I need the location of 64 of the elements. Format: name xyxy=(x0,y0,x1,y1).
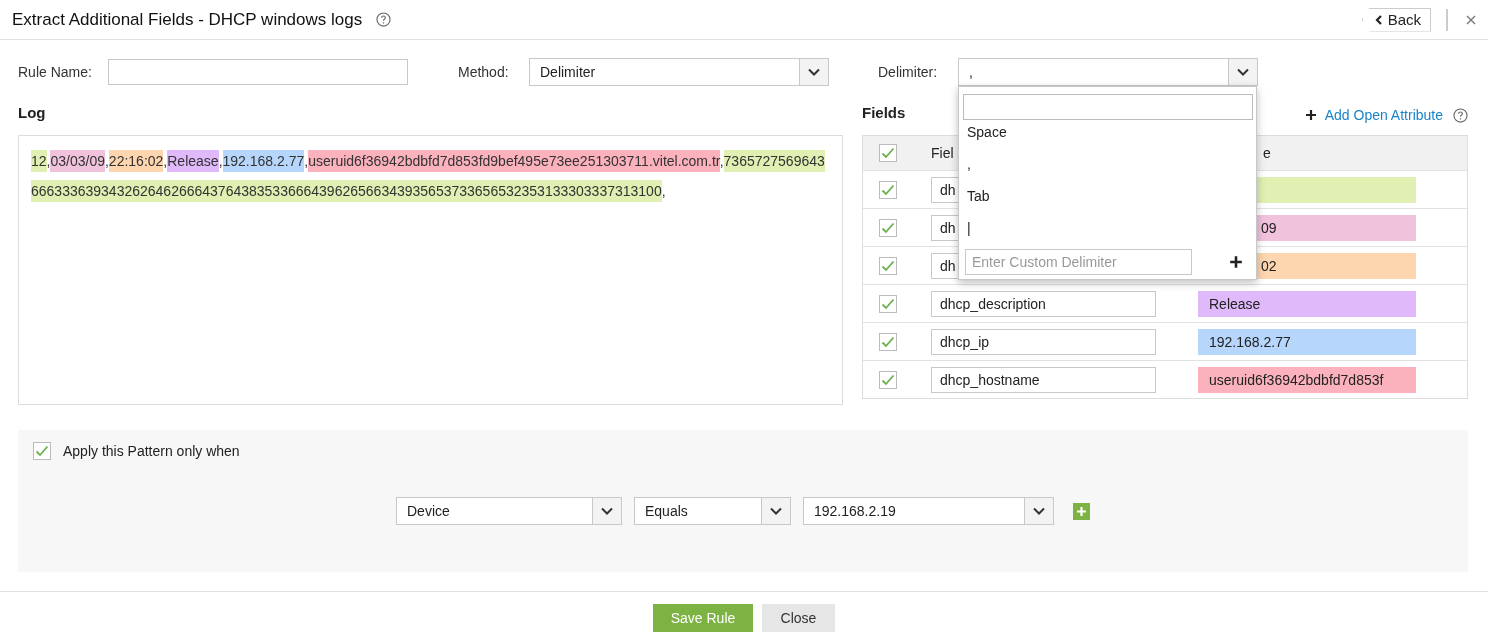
condition-select[interactable]: Device xyxy=(396,497,622,525)
search-field[interactable] xyxy=(963,94,1253,120)
checkbox[interactable] xyxy=(879,294,897,313)
field-name-input[interactable]: dhcp_description xyxy=(931,290,1156,317)
checkbox[interactable] xyxy=(879,332,897,351)
method-select[interactable]: Delimiter xyxy=(529,58,829,86)
field-name-input[interactable]: dh xyxy=(931,176,959,203)
field-name-input[interactable]: dhcp_ip xyxy=(931,328,1156,355)
separator-text: , xyxy=(304,153,309,169)
checkbox[interactable] xyxy=(33,442,51,460)
plus-icon xyxy=(1076,505,1087,517)
separator-text: , xyxy=(719,153,724,169)
dropdown-option[interactable]: , xyxy=(963,153,1252,185)
close-button[interactable]: Close xyxy=(762,604,835,632)
separator-text: , xyxy=(104,153,109,169)
dropdown-option[interactable]: Space xyxy=(963,121,1252,153)
section-title: Fields xyxy=(862,104,906,123)
value-cell: 192.168.2.77 xyxy=(1198,328,1416,355)
help-icon[interactable] xyxy=(376,12,392,27)
field-name-input[interactable]: dh xyxy=(931,214,959,241)
custom-delimiter-field[interactable]: Enter Custom Delimiter xyxy=(965,249,1192,275)
log-token: Release xyxy=(167,150,219,172)
column-header: Fiel xyxy=(931,145,955,161)
condition-select[interactable]: 192.168.2.19 xyxy=(803,497,1054,525)
checkbox[interactable] xyxy=(879,370,897,389)
checkbox-label: Apply this Pattern only when xyxy=(63,443,240,459)
caret-icon xyxy=(601,507,613,515)
log-token: 12 xyxy=(31,150,47,172)
field-label: Method: xyxy=(458,64,509,80)
add-attribute-link[interactable]: Add Open Attribute xyxy=(1324,107,1443,123)
log-token: 03/03/09 xyxy=(50,150,105,172)
separator-text: , xyxy=(163,153,168,169)
checkbox[interactable] xyxy=(879,180,897,199)
checkbox[interactable] xyxy=(879,218,897,237)
field-label: Delimiter: xyxy=(878,64,938,80)
rule-name-field[interactable] xyxy=(108,59,408,85)
delimiter-select[interactable]: , xyxy=(958,58,1258,86)
caret-icon xyxy=(1237,68,1249,76)
close-icon[interactable] xyxy=(1466,14,1476,25)
caret-icon xyxy=(770,507,782,515)
caret-icon xyxy=(808,68,820,76)
checkbox[interactable] xyxy=(879,144,897,162)
checkbox[interactable] xyxy=(879,256,897,275)
value-cell: useruid6f36942bdbfd7d853f xyxy=(1198,366,1416,393)
back-button[interactable]: Back xyxy=(1361,7,1431,32)
add-condition-button[interactable] xyxy=(1073,502,1090,520)
help-icon[interactable] xyxy=(1453,107,1468,123)
field-label: Rule Name: xyxy=(18,64,92,80)
field-name-input[interactable]: dh xyxy=(931,252,959,279)
field-name-input[interactable]: dhcp_hostname xyxy=(931,366,1156,393)
separator-text: , xyxy=(46,153,51,169)
plus-icon[interactable] xyxy=(1229,255,1243,269)
column-header: e xyxy=(1262,145,1271,161)
caret-icon xyxy=(1033,507,1045,515)
value-cell: Release xyxy=(1198,290,1416,317)
section-title: Log xyxy=(18,104,47,123)
dropdown-option[interactable]: Tab xyxy=(963,185,1252,217)
chevron-icon xyxy=(1374,14,1382,25)
separator-text: , xyxy=(661,183,666,199)
log-token: useruid6f36942bdbfd7d853fd9bef495e73ee251303711.vitel.com.tr xyxy=(308,150,720,172)
plus-icon[interactable] xyxy=(1304,109,1317,121)
separator-text: , xyxy=(218,153,223,169)
condition-select[interactable]: Equals xyxy=(634,497,791,525)
dialog-title: Extract Additional Fields - DHCP windows logs xyxy=(12,9,363,30)
